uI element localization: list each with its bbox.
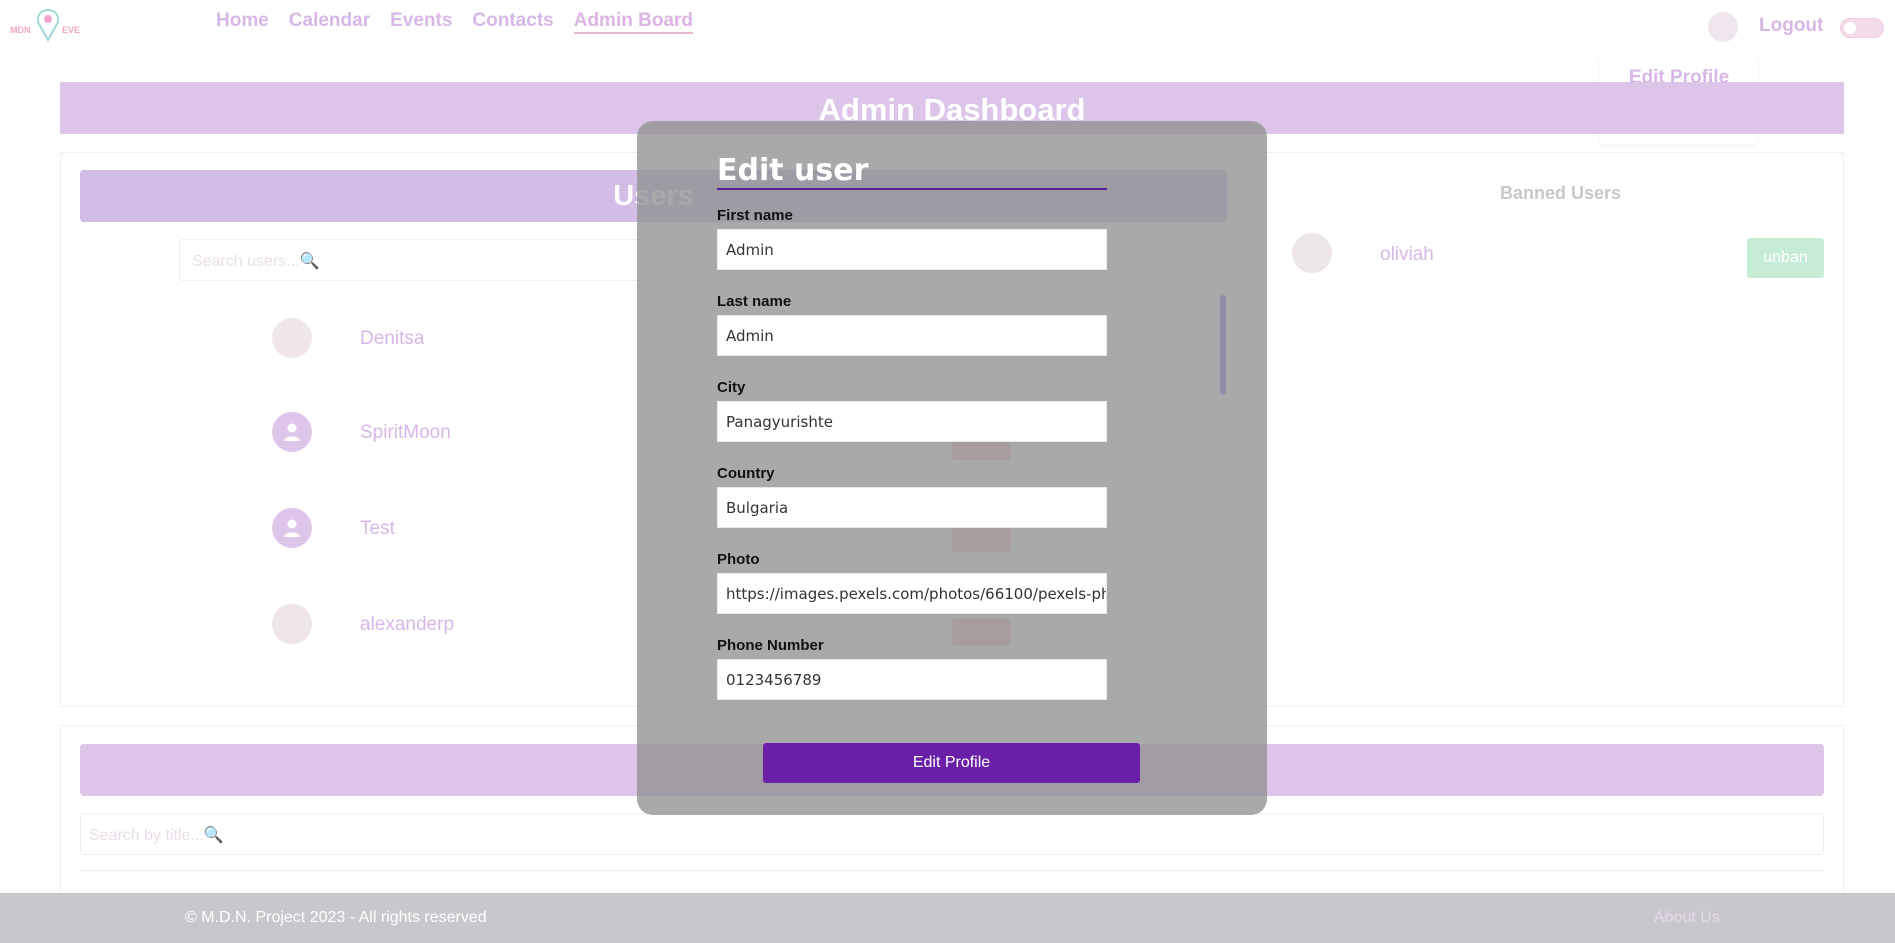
city-label: City [717, 379, 746, 396]
nav-links: Home Calendar Events Contacts Admin Boar… [216, 10, 693, 34]
user-name[interactable]: Test [360, 518, 395, 540]
first-name-field[interactable]: Admin [717, 229, 1107, 270]
banned-user-name[interactable]: oliviah [1380, 244, 1434, 266]
city-field[interactable]: Panagyurishte [717, 401, 1107, 442]
last-name-field[interactable]: Admin [717, 315, 1107, 356]
user-name[interactable]: SpiritMoon [360, 422, 451, 444]
user-icon [284, 423, 300, 441]
country-field[interactable]: Bulgaria [717, 487, 1107, 528]
nav-home[interactable]: Home [216, 10, 269, 34]
logout-link[interactable]: Logout [1759, 15, 1823, 37]
avatar [272, 318, 312, 358]
divider [80, 870, 1824, 871]
nav-contacts[interactable]: Contacts [472, 10, 553, 34]
user-name[interactable]: alexanderp [360, 614, 454, 636]
avatar [1292, 233, 1332, 273]
modal-scrollbar[interactable] [1220, 295, 1226, 395]
modal-form: First name Admin Last name Admin City Pa… [717, 207, 1107, 807]
about-us-link[interactable]: About Us [1654, 909, 1720, 927]
search-users-input[interactable]: Search users...🔍 [179, 239, 679, 281]
nav-events[interactable]: Events [390, 10, 452, 34]
last-name-label: Last name [717, 293, 792, 310]
phone-number-field[interactable]: 0123456789 [717, 659, 1107, 700]
edit-user-modal: Edit user First name Admin Last name Adm… [637, 121, 1267, 815]
logo[interactable]: MDN EVE [8, 6, 86, 46]
profile-avatar[interactable] [1708, 12, 1738, 42]
avatar [272, 604, 312, 644]
banned-users-title: Banned Users [1500, 183, 1622, 203]
footer: © M.D.N. Project 2023 - All rights reser… [0, 893, 1895, 943]
avatar [272, 412, 312, 452]
modal-title: Edit user [717, 153, 869, 188]
photo-field[interactable]: https://images.pexels.com/photos/66100/p… [717, 573, 1107, 614]
svg-text:MDN: MDN [10, 25, 31, 35]
user-name[interactable]: Denitsa [360, 328, 424, 350]
photo-label: Photo [717, 551, 760, 568]
first-name-label: First name [717, 207, 793, 224]
title-underline [717, 188, 1107, 190]
edit-profile-button[interactable]: Edit Profile [763, 743, 1140, 783]
nav-admin-board[interactable]: Admin Board [573, 10, 693, 34]
unban-button[interactable]: unban [1747, 238, 1824, 278]
avatar [272, 508, 312, 548]
country-label: Country [717, 465, 775, 482]
phone-number-label: Phone Number [717, 637, 824, 654]
user-icon [284, 519, 300, 537]
footer-copyright: © M.D.N. Project 2023 - All rights reser… [185, 909, 487, 926]
search-title-input[interactable]: Search by title...🔍 [80, 813, 1824, 855]
svg-text:EVE: EVE [62, 25, 80, 35]
top-navbar: MDN EVE Home Calendar Events Contacts Ad… [0, 0, 1895, 52]
nav-calendar[interactable]: Calendar [289, 10, 370, 34]
theme-toggle[interactable] [1840, 18, 1884, 38]
